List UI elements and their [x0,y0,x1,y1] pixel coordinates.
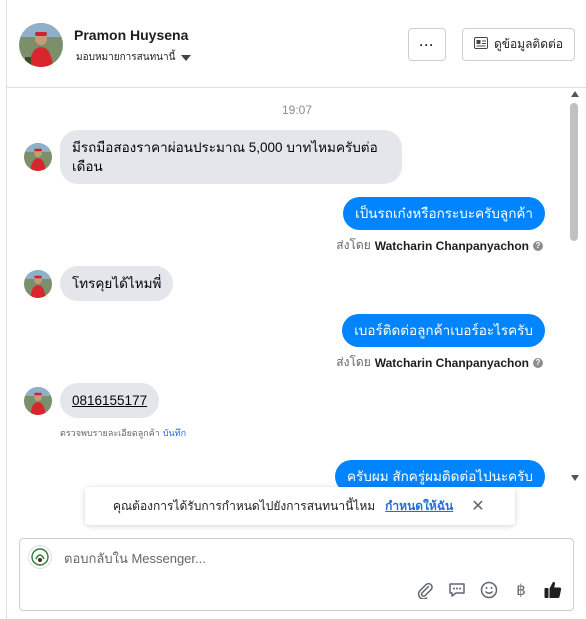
info-icon[interactable]: ? [533,357,543,368]
chevron-down-icon [181,54,192,61]
assign-to-me-link[interactable]: กำหนดให้ฉัน [385,497,453,516]
save-details-link[interactable]: บันทึก [163,428,186,438]
paperclip-icon[interactable] [415,580,435,600]
info-icon[interactable]: ? [533,240,543,251]
message-thread[interactable]: 19:07 มีรถมือสองราคาผ่อนประมาณ 5,000 บาท… [7,89,586,487]
view-contact-label: ดูข้อมูลติดต่อ [493,37,564,51]
conversation-panel: Pramon Huysena มอบหมายการสนทนานี้ ··· ดู… [6,0,586,619]
scroll-down-arrow[interactable] [571,475,579,481]
message-bubble[interactable]: เบอร์ติดต่อลูกค้าเบอร์อะไรครับ [342,314,545,347]
avatar[interactable] [24,143,52,171]
message-bubble[interactable]: มีรถมือสองราคาผ่อนประมาณ 5,000 บาทไหมครั… [60,130,402,184]
baht-icon[interactable]: ฿ [511,580,531,600]
emoji-icon[interactable] [479,580,499,600]
scrollbar[interactable] [569,89,581,487]
composer-toolbar: ฿ [415,580,563,600]
sent-by-prefix: ส่งโดย [336,355,371,369]
saved-reply-icon[interactable] [447,580,467,600]
avatar[interactable] [19,23,63,67]
close-icon[interactable]: ✕ [471,496,484,516]
conversation-header: Pramon Huysena มอบหมายการสนทนานี้ ··· ดู… [7,0,586,88]
incoming-message: โทรคุยได้ไหมพี่ [24,266,174,301]
scroll-thumb[interactable] [570,103,578,241]
sent-by-line: ส่งโดย Watcharin Chanpanyachon ? [336,236,543,255]
contact-name: Pramon Huysena [74,27,189,43]
reply-composer: ฿ [19,538,574,611]
incoming-message: มีรถมือสองราคาผ่อนประมาณ 5,000 บาทไหมครั… [24,130,402,184]
phone-number-link[interactable]: 0816155177 [72,393,147,408]
message-bubble[interactable]: โทรคุยได้ไหมพี่ [60,266,174,301]
sender-name: Watcharin Chanpanyachon [374,238,529,253]
more-icon: ··· [419,37,435,52]
assign-label: มอบหมายการสนทนานี้ [76,52,176,63]
incoming-message: 0816155177 [24,383,160,418]
assign-dropdown[interactable]: มอบหมายการสนทนานี้ [76,50,192,65]
scroll-up-arrow[interactable] [571,91,579,97]
assign-banner: คุณต้องการได้รับการกำหนดไปยังการสนทนานี้… [85,487,515,525]
more-options-button[interactable]: ··· [408,28,446,61]
banner-text: คุณต้องการได้รับการกำหนดไปยังการสนทนานี้… [113,498,376,513]
sent-by-line: ส่งโดย Watcharin Chanpanyachon ? [336,353,543,372]
view-contact-button[interactable]: ดูข้อมูลติดต่อ [462,28,575,61]
detected-text: ตรวจพบรายละเอียดลูกค้า [60,428,160,438]
sender-name: Watcharin Chanpanyachon [374,355,529,370]
detected-details-note: ตรวจพบรายละเอียดลูกค้า บันทึก [60,426,186,440]
thumbs-up-icon[interactable] [543,580,563,600]
message-bubble[interactable]: ครับผม สักครู่ผมติดต่อไปนะครับ [334,460,545,487]
sent-by-prefix: ส่งโดย [336,238,371,252]
messenger-page-icon [28,545,52,569]
message-bubble[interactable]: เป็นรถเก๋งหรือกระบะครับลูกค้า [343,197,545,230]
contact-card-icon [473,37,488,52]
timestamp: 19:07 [281,103,313,117]
avatar[interactable] [24,386,52,415]
reply-input[interactable] [64,551,504,566]
avatar[interactable] [24,269,52,298]
message-bubble[interactable]: 0816155177 [60,383,160,418]
